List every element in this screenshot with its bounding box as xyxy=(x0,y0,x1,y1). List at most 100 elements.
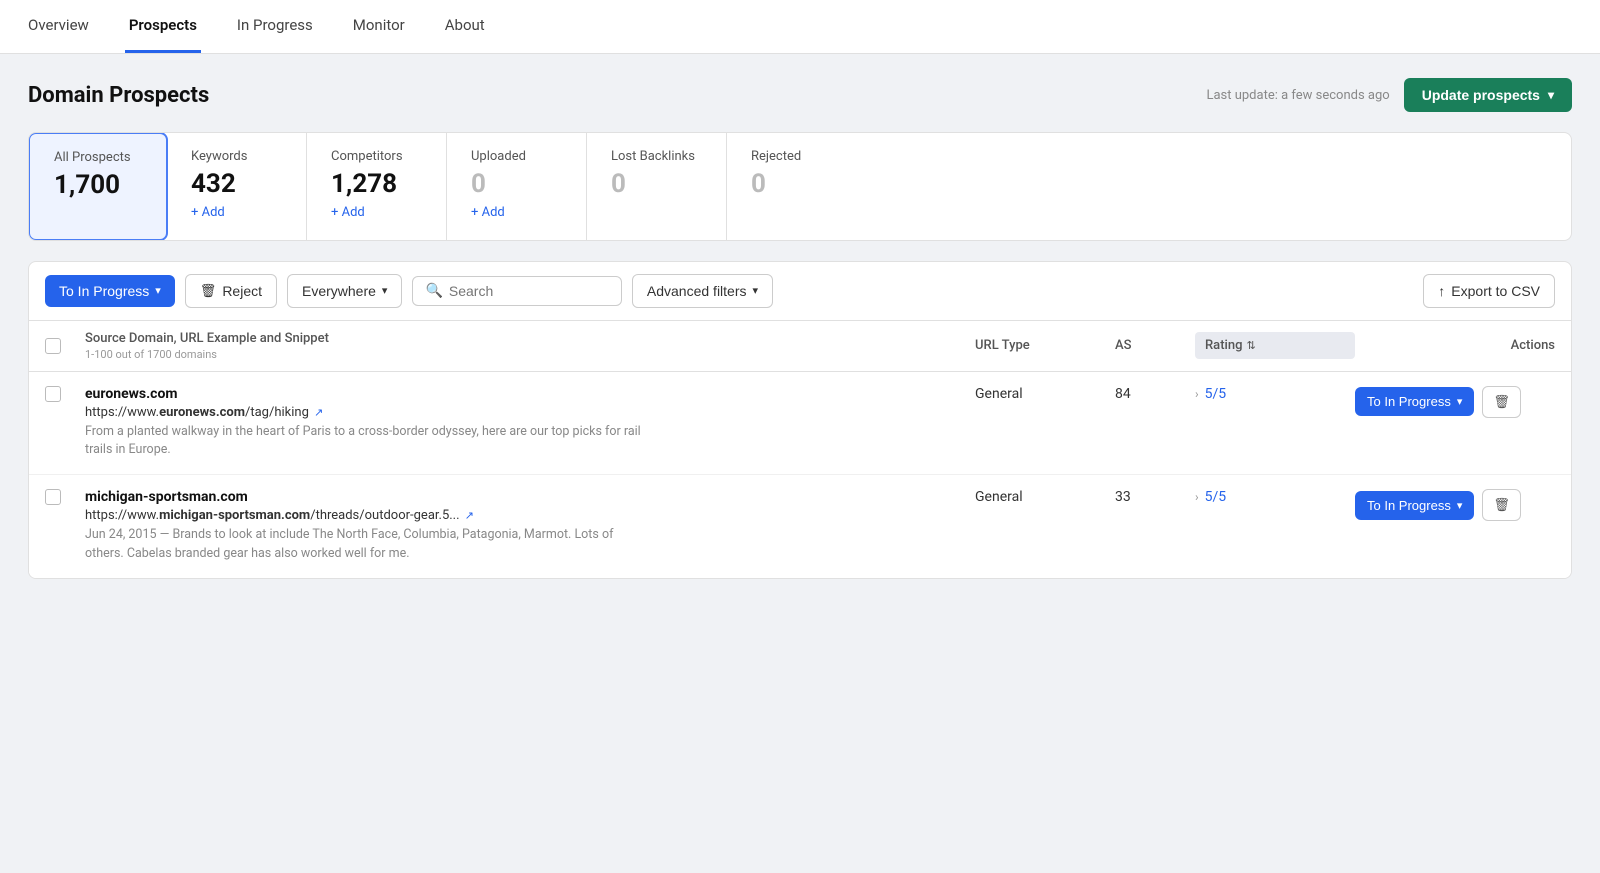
chevron-down-icon: ▾ xyxy=(382,284,388,297)
to-in-progress-label: To In Progress xyxy=(59,283,149,299)
export-icon: ↑ xyxy=(1438,283,1445,299)
row1-checkbox-col xyxy=(45,386,85,402)
card-add-keywords[interactable]: + Add xyxy=(191,205,282,220)
search-box[interactable]: 🔍 xyxy=(412,276,621,306)
row2-url: https://www.michigan-sportsman.com/threa… xyxy=(85,508,975,523)
nav-in-progress[interactable]: In Progress xyxy=(233,0,317,53)
advanced-filters-dropdown[interactable]: Advanced filters ▾ xyxy=(632,274,773,308)
card-uploaded[interactable]: Uploaded 0 + Add xyxy=(447,133,587,240)
card-value-all-prospects: 1,700 xyxy=(54,171,142,200)
row1-url: https://www.euronews.com/tag/hiking ↗ xyxy=(85,405,975,420)
card-label-rejected: Rejected xyxy=(751,149,843,164)
card-label-uploaded: Uploaded xyxy=(471,149,562,164)
nav-overview[interactable]: Overview xyxy=(24,0,93,53)
chevron-down-icon: ▾ xyxy=(1457,395,1463,408)
row2-domain: michigan-sportsman.com xyxy=(85,489,975,505)
row1-url-type: General xyxy=(975,386,1115,402)
row2-to-in-progress-button[interactable]: To In Progress ▾ xyxy=(1355,491,1474,520)
row2-actions: To In Progress ▾ 🗑 xyxy=(1355,489,1555,521)
sort-icon: ⇅ xyxy=(1246,339,1255,352)
update-prospects-button[interactable]: Update prospects ▾ xyxy=(1404,78,1572,112)
table-container: Source Domain, URL Example and Snippet 1… xyxy=(28,321,1572,579)
row1-delete-button[interactable]: 🗑 xyxy=(1482,386,1521,418)
card-value-uploaded: 0 xyxy=(471,170,562,199)
reject-label: Reject xyxy=(222,283,262,299)
row1-source-col: euronews.com https://www.euronews.com/ta… xyxy=(85,386,975,461)
row1-action-label: To In Progress xyxy=(1367,394,1451,409)
advanced-filters-label: Advanced filters xyxy=(647,283,747,299)
chevron-down-icon: ▾ xyxy=(753,284,759,297)
external-link-icon[interactable]: ↗ xyxy=(314,406,323,419)
card-value-competitors: 1,278 xyxy=(331,170,422,199)
external-link-icon[interactable]: ↗ xyxy=(465,509,474,522)
card-label-all-prospects: All Prospects xyxy=(54,150,142,165)
chevron-right-icon: › xyxy=(1195,490,1199,504)
everywhere-dropdown[interactable]: Everywhere ▾ xyxy=(287,274,402,308)
card-add-competitors[interactable]: + Add xyxy=(331,205,422,220)
chevron-right-icon: › xyxy=(1195,387,1199,401)
card-all-prospects[interactable]: All Prospects 1,700 xyxy=(28,132,168,241)
toolbar: To In Progress ▾ 🗑 Reject Everywhere ▾ 🔍… xyxy=(28,261,1572,321)
row2-rating-value: 5/5 xyxy=(1205,489,1227,505)
chevron-down-icon: ▾ xyxy=(1548,88,1554,102)
card-rejected[interactable]: Rejected 0 xyxy=(727,133,867,240)
cards-row: All Prospects 1,700 Keywords 432 + Add C… xyxy=(28,132,1572,241)
header-right: Last update: a few seconds ago Update pr… xyxy=(1206,78,1572,112)
everywhere-label: Everywhere xyxy=(302,283,376,299)
row2-as: 33 xyxy=(1115,489,1195,505)
nav-prospects[interactable]: Prospects xyxy=(125,0,201,53)
source-col-label: Source Domain, URL Example and Snippet xyxy=(85,331,975,346)
row2-action-label: To In Progress xyxy=(1367,498,1451,513)
card-lost-backlinks[interactable]: Lost Backlinks 0 xyxy=(587,133,727,240)
to-in-progress-button[interactable]: To In Progress ▾ xyxy=(45,275,175,307)
table-row: euronews.com https://www.euronews.com/ta… xyxy=(29,372,1571,476)
nav-monitor[interactable]: Monitor xyxy=(349,0,409,53)
trash-icon: 🗑 xyxy=(1493,497,1510,512)
row2-checkbox[interactable] xyxy=(45,489,61,505)
row1-checkbox[interactable] xyxy=(45,386,61,402)
card-add-uploaded[interactable]: + Add xyxy=(471,205,562,220)
card-label-keywords: Keywords xyxy=(191,149,282,164)
row1-snippet: From a planted walkway in the heart of P… xyxy=(85,423,645,461)
trash-icon: 🗑 xyxy=(1493,394,1510,409)
rating-col-label: Rating ⇅ xyxy=(1195,332,1355,359)
card-label-lost-backlinks: Lost Backlinks xyxy=(611,149,702,164)
card-value-keywords: 432 xyxy=(191,170,282,199)
search-icon: 🔍 xyxy=(425,283,442,299)
select-all-checkbox[interactable] xyxy=(45,338,61,354)
table-header: Source Domain, URL Example and Snippet 1… xyxy=(29,321,1571,372)
header-checkbox-col xyxy=(45,338,85,354)
rating-col-header[interactable]: Rating ⇅ xyxy=(1195,332,1355,359)
row1-as: 84 xyxy=(1115,386,1195,402)
top-navigation: Overview Prospects In Progress Monitor A… xyxy=(0,0,1600,54)
nav-about[interactable]: About xyxy=(441,0,489,53)
export-label: Export to CSV xyxy=(1451,283,1540,299)
row2-rating[interactable]: › 5/5 xyxy=(1195,489,1355,505)
main-content: Domain Prospects Last update: a few seco… xyxy=(0,54,1600,603)
chevron-down-icon: ▾ xyxy=(1457,499,1463,512)
url-type-col-label: URL Type xyxy=(975,338,1115,353)
header-row: Domain Prospects Last update: a few seco… xyxy=(28,78,1572,112)
row-count-text: 1-100 out of 1700 domains xyxy=(85,348,975,361)
actions-col-label: Actions xyxy=(1355,338,1555,353)
search-input[interactable] xyxy=(449,283,609,299)
as-col-label: AS xyxy=(1115,338,1195,353)
row1-to-in-progress-button[interactable]: To In Progress ▾ xyxy=(1355,387,1474,416)
page-title: Domain Prospects xyxy=(28,83,209,108)
card-value-lost-backlinks: 0 xyxy=(611,170,702,199)
row2-delete-button[interactable]: 🗑 xyxy=(1482,489,1521,521)
row1-rating[interactable]: › 5/5 xyxy=(1195,386,1355,402)
header-source-col: Source Domain, URL Example and Snippet 1… xyxy=(85,331,975,361)
card-competitors[interactable]: Competitors 1,278 + Add xyxy=(307,133,447,240)
card-keywords[interactable]: Keywords 432 + Add xyxy=(167,133,307,240)
export-csv-button[interactable]: ↑ Export to CSV xyxy=(1423,274,1555,308)
row2-url-type: General xyxy=(975,489,1115,505)
row2-checkbox-col xyxy=(45,489,85,505)
row2-snippet: Jun 24, 2015 — Brands to look at include… xyxy=(85,526,645,564)
chevron-down-icon: ▾ xyxy=(155,284,161,297)
reject-button[interactable]: 🗑 Reject xyxy=(185,274,277,308)
row1-actions: To In Progress ▾ 🗑 xyxy=(1355,386,1555,418)
card-label-competitors: Competitors xyxy=(331,149,422,164)
card-value-rejected: 0 xyxy=(751,170,843,199)
table-row: michigan-sportsman.com https://www.michi… xyxy=(29,475,1571,578)
